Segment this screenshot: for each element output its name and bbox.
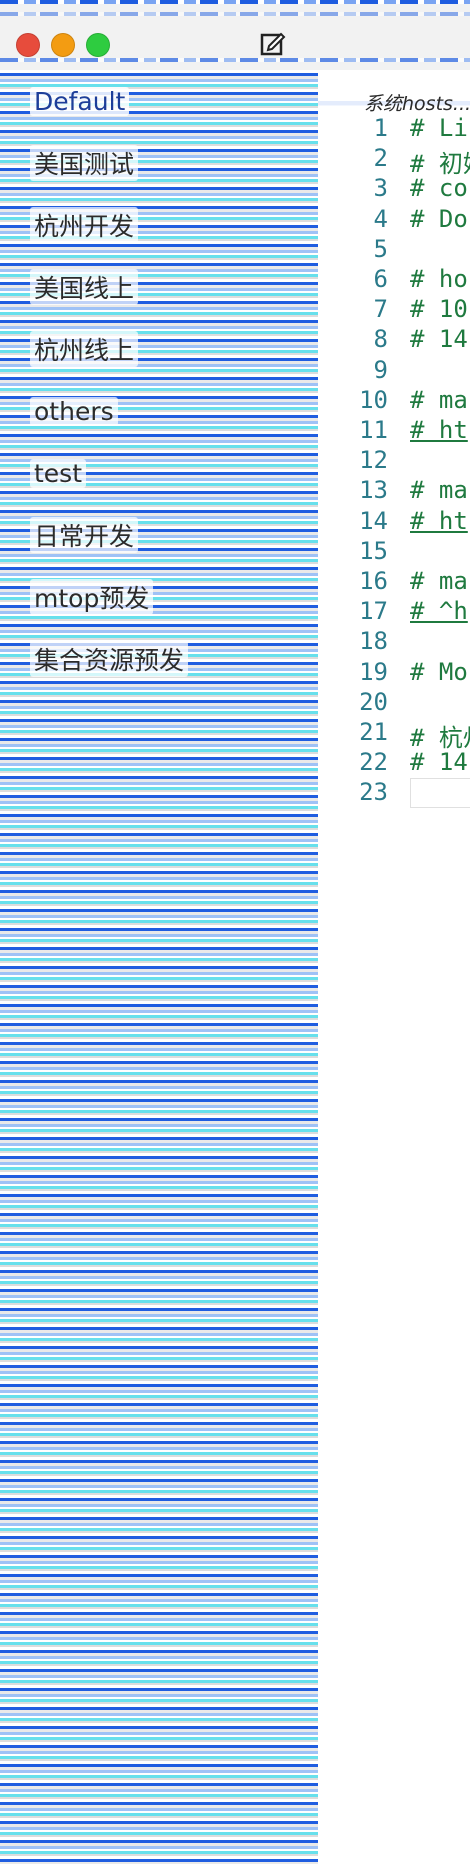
sidebar-item-label: 美国线上 <box>30 269 139 305</box>
sidebar-item[interactable]: 美国测试 <box>0 133 318 193</box>
line-number: 4 <box>373 204 388 233</box>
line-number: 21 <box>359 718 388 746</box>
code-line: 11 # ht <box>318 416 470 450</box>
line-number: 19 <box>359 657 388 686</box>
sidebar-item[interactable]: 杭州线上 <box>0 319 318 379</box>
sidebar-item[interactable]: 日常开发 <box>0 505 318 565</box>
line-number: 10 <box>359 385 388 414</box>
line-number: 18 <box>359 627 388 656</box>
line-number: 16 <box>359 567 388 595</box>
sidebar-item-label: test <box>30 458 87 488</box>
title-bar <box>0 0 470 71</box>
code-line: 16 # ma <box>318 567 470 601</box>
code-line: 10 # ma <box>318 386 470 420</box>
code-line: 2# 初始 <box>318 144 470 178</box>
sidebar-item-label: 杭州开发 <box>30 207 139 243</box>
sidebar-item[interactable]: others <box>0 381 318 441</box>
code-text: # 10 <box>410 295 468 324</box>
code-text: # ht <box>410 506 468 535</box>
sidebar-item-label: 集合资源预发 <box>30 641 189 677</box>
code-line: 1 # Li <box>318 114 470 148</box>
code-text: # Mo <box>410 657 468 686</box>
code-line: 7 # 10 <box>318 295 470 329</box>
sidebar-item[interactable]: test <box>0 443 318 503</box>
line-number: 14 <box>359 506 388 535</box>
title-stripe <box>0 58 470 62</box>
line-number: 9 <box>373 355 388 384</box>
code-text: # ^h <box>410 597 468 626</box>
title-stripe <box>0 0 470 4</box>
line-number: 5 <box>373 234 388 263</box>
code-line: 23 <box>318 778 470 812</box>
code-text: # Li <box>410 114 468 142</box>
code-text: # ht <box>410 416 468 444</box>
sidebar-item-label: mtop预发 <box>30 579 154 615</box>
sidebar-item[interactable]: Default <box>0 71 318 131</box>
sidebar: Default 美国测试杭州开发美国线上杭州线上 others test 日常开发 mto… <box>0 70 318 1864</box>
code-text: # Do <box>410 204 468 233</box>
line-number: 20 <box>359 687 388 716</box>
edit-button[interactable] <box>258 28 288 58</box>
sidebar-item[interactable]: mtop预发 <box>0 567 318 627</box>
code-line: 5 <box>318 235 470 269</box>
minimize-window-button[interactable] <box>51 33 75 57</box>
edit-square-icon <box>260 32 286 56</box>
code-line: 18 <box>318 627 470 661</box>
line-number: 15 <box>359 536 388 565</box>
code-text: # ma <box>410 567 468 595</box>
code-line: 20 <box>318 688 470 722</box>
sidebar-item-label: 美国测试 <box>30 145 139 181</box>
title-stripe <box>0 12 470 16</box>
code-line: 19 # Mo <box>318 658 470 692</box>
line-number: 23 <box>359 778 388 807</box>
code-text: # co <box>410 174 468 203</box>
sidebar-item-label: others <box>30 396 118 426</box>
sidebar-item-label: Default <box>30 86 130 116</box>
code-text: # ma <box>410 476 468 505</box>
line-number: 11 <box>359 416 388 444</box>
code-text: # 14 <box>410 748 468 777</box>
line-number: 1 <box>373 114 388 142</box>
line-number: 6 <box>373 265 388 293</box>
sidebar-item-label: 日常开发 <box>30 517 139 553</box>
code-line: 22 # 14 <box>318 748 470 782</box>
line-number: 8 <box>373 325 388 354</box>
zoom-window-button[interactable] <box>86 33 110 57</box>
sidebar-item[interactable]: 集合资源预发 <box>0 629 318 689</box>
code-line: 6 # ho <box>318 265 470 299</box>
current-line-highlight <box>410 778 470 809</box>
code-line: 13 # ma <box>318 476 470 510</box>
code-line: 4 # Do <box>318 205 470 239</box>
code-line: 15 <box>318 537 470 571</box>
line-number: 2 <box>373 144 388 173</box>
line-number: 3 <box>373 174 388 203</box>
line-number: 12 <box>359 446 388 475</box>
code-line: 3 # co <box>318 174 470 208</box>
hosts-editor[interactable]: 系统hosts... 1# Li2# 初始3# co4# Do56# ho7# … <box>318 70 470 1864</box>
code-text: # ma <box>410 385 468 414</box>
code-line: 8 # 14 <box>318 325 470 359</box>
line-number: 7 <box>373 295 388 324</box>
sidebar-item-label: 杭州线上 <box>30 331 139 367</box>
line-number: 22 <box>359 748 388 777</box>
code-line: 12 <box>318 446 470 480</box>
code-line: 21# 杭州 <box>318 718 470 752</box>
code-line: 14 # ht <box>318 507 470 541</box>
line-number: 17 <box>359 597 388 626</box>
code-line: 9 <box>318 356 470 390</box>
sidebar-item[interactable]: 杭州开发 <box>0 195 318 255</box>
line-number: 13 <box>359 476 388 505</box>
sidebar-item[interactable]: 美国线上 <box>0 257 318 317</box>
close-window-button[interactable] <box>16 33 40 57</box>
code-text: # 14 <box>410 325 468 354</box>
code-line: 17 # ^h <box>318 597 470 631</box>
code-text: # ho <box>410 265 468 293</box>
